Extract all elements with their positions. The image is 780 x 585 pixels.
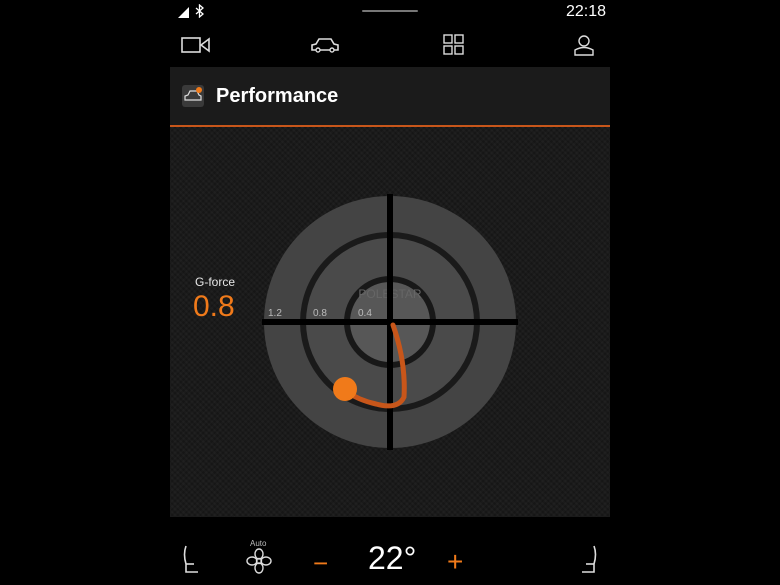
gforce-dot <box>333 377 357 401</box>
car-performance-icon <box>182 85 204 107</box>
drag-handle[interactable] <box>362 10 418 12</box>
car-icon[interactable] <box>307 30 343 60</box>
app-header: Performance <box>170 67 610 126</box>
page-title: Performance <box>216 85 339 107</box>
bluetooth-icon <box>195 3 205 23</box>
gforce-value: 0.8 <box>193 290 235 323</box>
fan-mode-label: Auto <box>250 539 267 548</box>
gforce-gauge: POLESTAR 1.2 0.8 0.4 <box>262 194 518 450</box>
gauge-label-0-8: 0.8 <box>313 308 327 319</box>
temp-minus-button[interactable]: − <box>313 548 328 579</box>
seat-heat-left-icon[interactable] <box>180 544 202 583</box>
profile-icon[interactable] <box>566 30 602 60</box>
performance-panel: Performance G-force 0.8 POLESTAR 1.2 0.8… <box>170 67 610 517</box>
signal-icon <box>178 6 190 24</box>
gforce-label: G-force <box>195 275 236 289</box>
temp-plus-button[interactable]: + <box>447 546 463 578</box>
apps-grid-icon[interactable] <box>436 30 472 60</box>
gauge-crosshair-horizontal <box>262 319 518 325</box>
gauge-label-1-2: 1.2 <box>268 308 282 319</box>
camera-icon[interactable] <box>178 30 214 60</box>
status-time: 22:18 <box>566 3 607 20</box>
gauge-label-0-4: 0.4 <box>358 308 372 319</box>
seat-heat-right-icon[interactable] <box>578 544 600 583</box>
header-divider <box>170 125 610 127</box>
fan-icon[interactable] <box>246 548 272 579</box>
infotainment-screen: 22:18 Performance G-force 0.8 POLESTAR <box>170 0 610 585</box>
cabin-temperature: 22° <box>368 540 417 576</box>
